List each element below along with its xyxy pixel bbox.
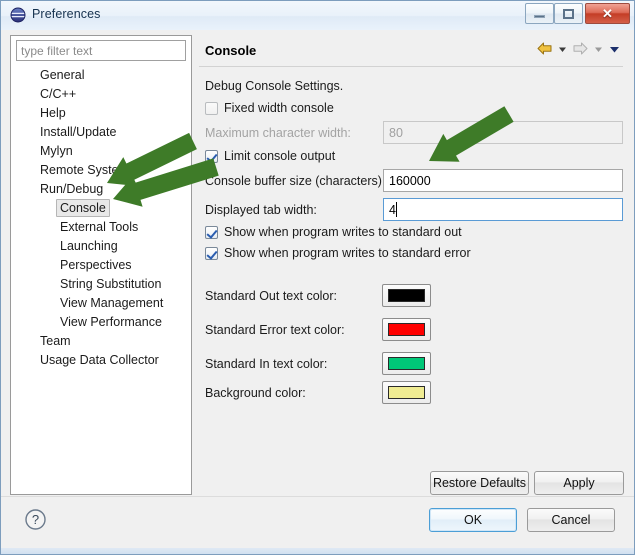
view-menu-chevron-down-icon[interactable] — [608, 42, 621, 56]
color-preview — [388, 357, 425, 370]
background-color-swatch[interactable] — [382, 381, 431, 404]
sidebar-item-general[interactable]: General — [11, 66, 191, 85]
minimize-icon — [526, 4, 553, 23]
standard-error-color-label: Standard Error text color: — [205, 323, 345, 337]
sidebar-item-label: Usage Data Collector — [40, 353, 159, 367]
filter-input[interactable] — [16, 40, 186, 61]
sidebar-item-label: Launching — [60, 239, 118, 253]
sidebar-item-help[interactable]: Help — [11, 104, 191, 123]
color-preview — [388, 323, 425, 336]
dialog-footer: OK Cancel — [1, 496, 634, 554]
tab-width-label: Displayed tab width: — [205, 203, 317, 217]
dialog-body: General C/C++ Help Install/Update Mylyn Remot… — [1, 30, 634, 525]
cancel-button[interactable]: Cancel — [527, 508, 615, 532]
standard-out-color-swatch[interactable] — [382, 284, 431, 307]
sidebar-item-external-tools[interactable]: External Tools — [11, 218, 191, 237]
sidebar-item-label: Console — [56, 199, 110, 217]
sidebar-item-label: General — [40, 68, 85, 82]
limit-console-output-label: Limit console output — [224, 149, 336, 163]
apply-button[interactable]: Apply — [534, 471, 624, 495]
sidebar-item-label: String Substitution — [60, 277, 162, 291]
sidebar-item-label: View Management — [60, 296, 164, 310]
show-stderr-checkbox[interactable] — [205, 246, 218, 260]
sidebar-item-perspectives[interactable]: Perspectives — [11, 256, 191, 275]
background-color-label: Background color: — [205, 386, 306, 400]
sidebar-item-launching[interactable]: Launching — [11, 237, 191, 256]
sidebar-item-mylyn[interactable]: Mylyn — [11, 142, 191, 161]
window-bottom-strip — [1, 548, 634, 554]
sidebar-item-label: Run/Debug — [40, 182, 104, 196]
tab-width-input[interactable] — [383, 198, 623, 221]
sidebar-item-label: Help — [40, 106, 66, 120]
sidebar-item-label: Mylyn — [40, 144, 73, 158]
sidebar-item-usage-data-collector[interactable]: Usage Data Collector — [11, 351, 191, 370]
show-stderr-checkbox-row[interactable]: Show when program writes to standard err… — [205, 246, 471, 260]
minimize-button[interactable] — [525, 3, 554, 24]
sidebar-item-label: External Tools — [60, 220, 139, 234]
limit-console-output-checkbox[interactable] — [205, 149, 218, 163]
sidebar-item-c-c[interactable]: C/C++ — [11, 85, 191, 104]
preference-tree[interactable]: General C/C++ Help Install/Update Mylyn Remot… — [11, 66, 191, 494]
sidebar-item-label: C/C++ — [40, 87, 77, 101]
restore-defaults-button[interactable]: Restore Defaults — [430, 471, 529, 495]
close-button[interactable]: ✕ — [585, 3, 630, 24]
sidebar-item-label: Install/Update — [40, 125, 117, 139]
show-stdout-checkbox[interactable] — [205, 225, 218, 239]
ok-button[interactable]: OK — [429, 508, 517, 532]
show-stdout-checkbox-row[interactable]: Show when program writes to standard out — [205, 225, 462, 239]
forward-menu-chevron-down-icon — [595, 47, 602, 52]
buffer-size-label: Console buffer size (characters): — [205, 174, 386, 188]
standard-out-color-label: Standard Out text color: — [205, 289, 338, 303]
fixed-width-console-label: Fixed width console — [224, 101, 334, 115]
sidebar-item-console[interactable]: Console — [11, 199, 191, 218]
console-preference-page: Console Debug Console Settings. Fixed wi… — [197, 35, 625, 495]
text-cursor — [396, 202, 397, 217]
group-label: Debug Console Settings. — [205, 79, 344, 93]
title-divider — [199, 66, 623, 67]
color-preview — [388, 386, 425, 399]
sidebar-item-string-substitution[interactable]: String Substitution — [11, 275, 191, 294]
standard-in-color-swatch[interactable] — [382, 352, 431, 375]
sidebar-item-label: Remote Systems — [40, 163, 136, 177]
sidebar-item-label: Perspectives — [60, 258, 132, 272]
sidebar-item-team[interactable]: Team — [11, 332, 191, 351]
close-icon: ✕ — [602, 5, 613, 21]
sidebar-item-label: Team — [40, 334, 71, 348]
preferences-dialog: Preferences ✕ General C/C++ Help Install/Up… — [0, 0, 635, 555]
sidebar-item-label: View Performance — [60, 315, 162, 329]
back-menu-chevron-down-icon[interactable] — [556, 42, 569, 56]
forward-arrow-icon — [573, 42, 588, 55]
sidebar-item-view-performance[interactable]: View Performance — [11, 313, 191, 332]
svg-text:?: ? — [32, 512, 39, 527]
standard-in-color-label: Standard In text color: — [205, 357, 328, 371]
color-preview — [388, 289, 425, 302]
max-char-width-input — [383, 121, 623, 144]
eclipse-globe-icon — [10, 7, 26, 23]
fixed-width-console-checkbox[interactable] — [205, 101, 218, 115]
sidebar-item-run-debug[interactable]: Run/Debug — [11, 180, 191, 199]
back-arrow-icon[interactable] — [536, 41, 553, 56]
sidebar-item-view-management[interactable]: View Management — [11, 294, 191, 313]
max-char-width-label: Maximum character width: — [205, 126, 351, 140]
preference-tree-panel: General C/C++ Help Install/Update Mylyn Remot… — [10, 35, 192, 495]
standard-error-color-swatch[interactable] — [382, 318, 431, 341]
window-title: Preferences — [32, 7, 101, 21]
show-stderr-label: Show when program writes to standard err… — [224, 246, 471, 260]
help-question-icon[interactable]: ? — [23, 507, 48, 532]
sidebar-item-install-update[interactable]: Install/Update — [11, 123, 191, 142]
page-title: Console — [205, 43, 257, 58]
buffer-size-input[interactable] — [383, 169, 623, 192]
limit-console-output-checkbox-row[interactable]: Limit console output — [205, 149, 335, 163]
maximize-icon — [555, 4, 582, 23]
title-bar: Preferences ✕ — [1, 1, 634, 30]
sidebar-item-remote-systems[interactable]: Remote Systems — [11, 161, 191, 180]
show-stdout-label: Show when program writes to standard out — [224, 225, 462, 239]
maximize-button[interactable] — [554, 3, 583, 24]
fixed-width-console-checkbox-row[interactable]: Fixed width console — [205, 101, 334, 115]
navigation-toolbar — [536, 41, 621, 56]
